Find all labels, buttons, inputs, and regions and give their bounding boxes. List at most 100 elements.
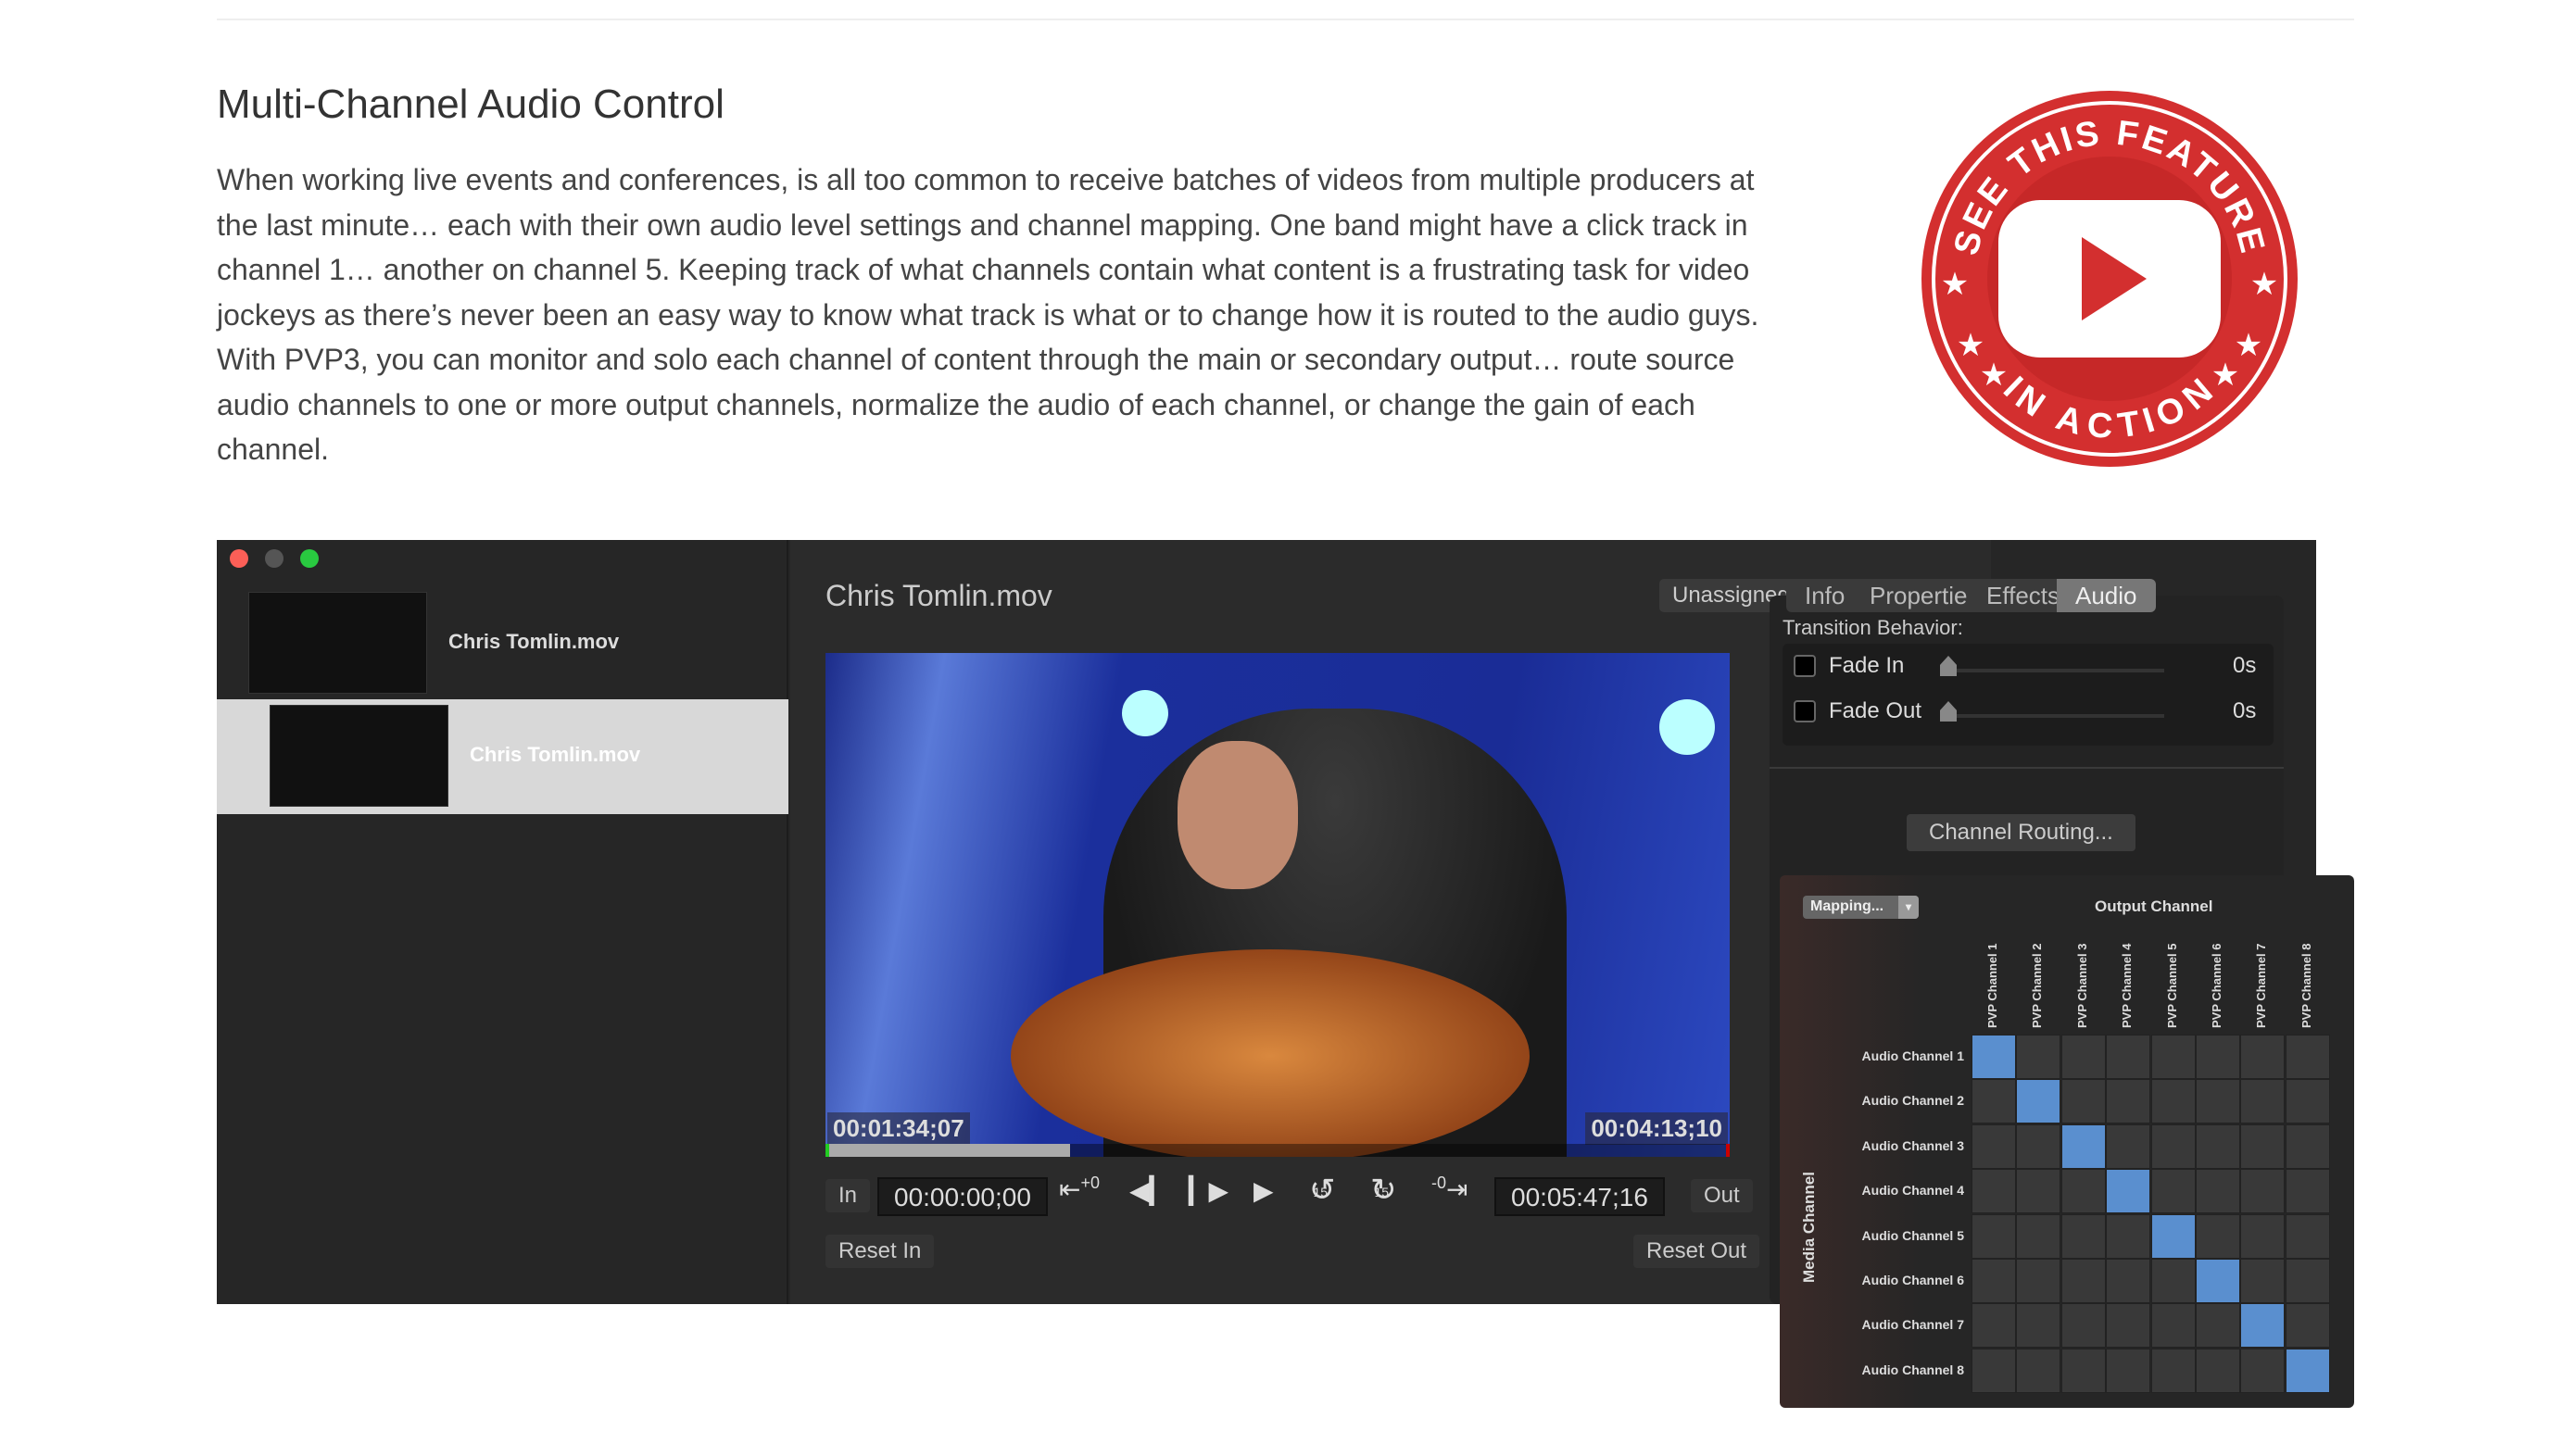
routing-cell[interactable] (2150, 1303, 2196, 1349)
routing-cell[interactable] (2016, 1079, 2061, 1124)
routing-cell[interactable] (2150, 1079, 2196, 1124)
routing-cell[interactable] (2196, 1035, 2240, 1079)
tab-audio[interactable]: Audio (2057, 579, 2156, 612)
mapping-dropdown[interactable]: Mapping... ▾ (1803, 896, 1919, 919)
routing-cell[interactable] (2285, 1213, 2330, 1259)
routing-cell[interactable] (2285, 1303, 2330, 1349)
fade-out-slider[interactable] (1951, 714, 2164, 718)
routing-cell[interactable] (2106, 1348, 2151, 1393)
see-feature-badge[interactable]: SEE THIS FEATURE IN ACTION ★ ★★ ★★ ★ (1920, 89, 2299, 469)
skip-back-value: 15 (1313, 1185, 1329, 1199)
routing-cell[interactable] (2285, 1259, 2330, 1303)
step-forward-icon[interactable]: ▎▶ (1189, 1175, 1228, 1206)
routing-cell[interactable] (2150, 1213, 2196, 1259)
in-timecode-field[interactable]: 00:00:00;00 (877, 1177, 1048, 1216)
routing-cell[interactable] (2016, 1035, 2061, 1079)
routing-cell[interactable] (2196, 1348, 2240, 1393)
scrub-bar[interactable] (825, 1144, 1730, 1157)
routing-cell[interactable] (2150, 1348, 2196, 1393)
step-back-icon[interactable]: ◀▎ (1129, 1175, 1169, 1206)
routing-cell[interactable] (2016, 1348, 2061, 1393)
zoom-button[interactable] (300, 549, 319, 568)
routing-cell[interactable] (2240, 1348, 2286, 1393)
routing-cell[interactable] (1972, 1259, 2016, 1303)
routing-cell[interactable] (1972, 1303, 2016, 1349)
nudge-in-icon[interactable]: ⇤+0 (1059, 1174, 1100, 1204)
nudge-out-icon[interactable]: -0⇥ (1431, 1174, 1468, 1204)
video-preview[interactable]: 00:01:34;07 00:04:13;10 (825, 653, 1730, 1157)
routing-cell[interactable] (2285, 1079, 2330, 1124)
routing-cell[interactable] (2060, 1079, 2106, 1124)
routing-cell[interactable] (2106, 1303, 2151, 1349)
routing-cell[interactable] (2150, 1123, 2196, 1169)
reset-in-button[interactable]: Reset In (825, 1235, 935, 1268)
fade-in-checkbox[interactable] (1794, 655, 1816, 677)
routing-cell[interactable] (2016, 1303, 2061, 1349)
routing-cell[interactable] (2150, 1035, 2196, 1079)
media-item-label: Chris Tomlin.mov (470, 743, 641, 766)
routing-cell[interactable] (2106, 1169, 2151, 1214)
set-out-button[interactable]: Out (1691, 1179, 1753, 1212)
set-in-button[interactable]: In (825, 1179, 871, 1212)
routing-cell[interactable] (2240, 1079, 2286, 1124)
output-channel-label: PVP Channel 7 (2254, 943, 2269, 1028)
routing-cell[interactable] (2196, 1259, 2240, 1303)
routing-cell[interactable] (2106, 1213, 2151, 1259)
routing-cell[interactable] (2240, 1259, 2286, 1303)
routing-cell[interactable] (2060, 1348, 2106, 1393)
media-thumbnail (248, 592, 427, 694)
media-channel-title: Media Channel (1800, 1172, 1818, 1283)
skip-forward-value: 15 (1374, 1185, 1390, 1199)
routing-cell[interactable] (1972, 1123, 2016, 1169)
routing-cell[interactable] (1972, 1169, 2016, 1214)
routing-cell[interactable] (2060, 1213, 2106, 1259)
minimize-button[interactable] (265, 549, 283, 568)
routing-cell[interactable] (2150, 1259, 2196, 1303)
skip-forward-15-icon[interactable]: ↻15 (1370, 1172, 1411, 1209)
fade-in-slider[interactable] (1951, 669, 2164, 672)
routing-cell[interactable] (2106, 1079, 2151, 1124)
routing-cell[interactable] (2106, 1035, 2151, 1079)
fade-in-value: 0s (2233, 653, 2257, 678)
routing-cell[interactable] (2285, 1123, 2330, 1169)
routing-cell[interactable] (2016, 1213, 2061, 1259)
fade-out-value: 0s (2233, 698, 2257, 723)
fade-out-checkbox[interactable] (1794, 700, 1816, 722)
channel-routing-button[interactable]: Channel Routing... (1907, 814, 2135, 851)
out-timecode-field[interactable]: 00:05:47;16 (1494, 1177, 1665, 1216)
routing-cell[interactable] (1972, 1348, 2016, 1393)
reset-out-button[interactable]: Reset Out (1633, 1235, 1760, 1268)
play-icon[interactable]: ▶ (1254, 1175, 1274, 1206)
routing-cell[interactable] (2196, 1213, 2240, 1259)
routing-cell[interactable] (2196, 1169, 2240, 1214)
routing-cell[interactable] (2285, 1348, 2330, 1393)
routing-cell[interactable] (2060, 1123, 2106, 1169)
close-button[interactable] (230, 549, 248, 568)
routing-cell[interactable] (2285, 1035, 2330, 1079)
routing-cell[interactable] (2240, 1213, 2286, 1259)
routing-cell[interactable] (1972, 1079, 2016, 1124)
routing-cell[interactable] (2060, 1303, 2106, 1349)
routing-cell[interactable] (2196, 1079, 2240, 1124)
routing-cell[interactable] (1972, 1213, 2016, 1259)
skip-back-15-icon[interactable]: ↺15 (1309, 1172, 1350, 1209)
routing-cell[interactable] (2150, 1169, 2196, 1214)
routing-cell[interactable] (2106, 1259, 2151, 1303)
routing-cell[interactable] (2016, 1169, 2061, 1214)
routing-cell[interactable] (2240, 1123, 2286, 1169)
routing-cell[interactable] (2060, 1169, 2106, 1214)
media-item[interactable]: Chris Tomlin.mov (217, 588, 788, 699)
routing-cell[interactable] (2196, 1303, 2240, 1349)
routing-cell[interactable] (2016, 1259, 2061, 1303)
routing-cell[interactable] (1972, 1035, 2016, 1079)
routing-cell[interactable] (2240, 1169, 2286, 1214)
routing-cell[interactable] (2016, 1123, 2061, 1169)
routing-cell[interactable] (2106, 1123, 2151, 1169)
routing-cell[interactable] (2060, 1035, 2106, 1079)
routing-cell[interactable] (2196, 1123, 2240, 1169)
routing-cell[interactable] (2240, 1303, 2286, 1349)
routing-cell[interactable] (2285, 1169, 2330, 1214)
routing-cell[interactable] (2240, 1035, 2286, 1079)
media-item-selected[interactable]: Chris Tomlin.mov (217, 699, 788, 814)
routing-cell[interactable] (2060, 1259, 2106, 1303)
